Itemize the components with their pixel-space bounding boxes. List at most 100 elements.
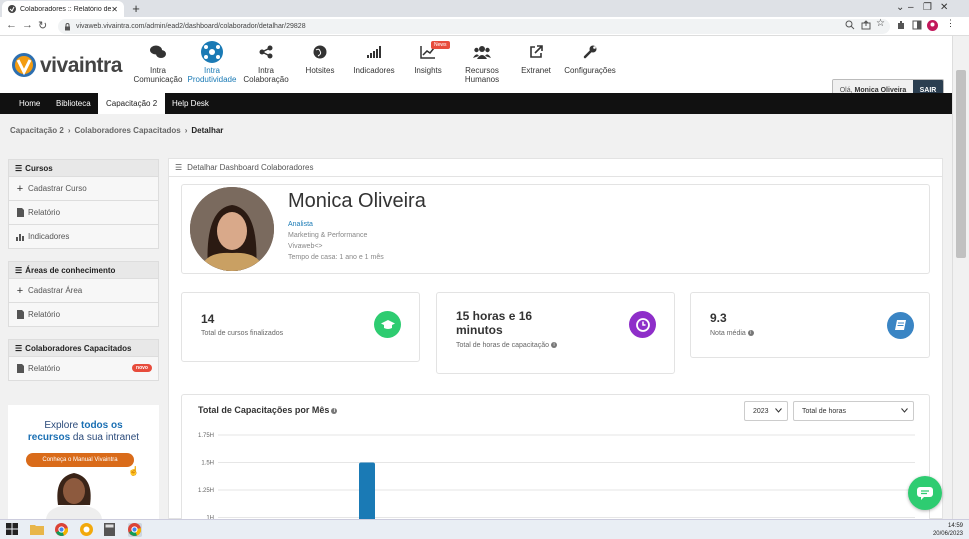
back-icon[interactable]: ← (6, 19, 17, 31)
chevron-down-icon (901, 408, 908, 413)
sidebar-areas-panel: ☰ Áreas de conhecimento + Cadastrar Área R… (8, 261, 159, 327)
reload-icon[interactable]: ↻ (38, 19, 47, 32)
bars-icon: ☰ (15, 163, 23, 173)
sidebar-item-relatorio-colab[interactable]: Relatório novo (9, 356, 158, 380)
menu-extranet[interactable]: Extranet (506, 42, 566, 75)
promo-person-image (44, 465, 104, 519)
wrench-icon (560, 42, 620, 62)
file-icon (15, 364, 25, 373)
calculator-icon[interactable] (104, 523, 118, 537)
menu-recursos-humanos[interactable]: Recursos Humanos (452, 42, 512, 84)
promo-banner[interactable]: Explore todos os recursos da sua intrane… (8, 405, 159, 519)
external-link-icon (506, 42, 566, 62)
bars-icon: ☰ (15, 343, 23, 353)
nav-help-desk[interactable]: Help Desk (164, 93, 217, 114)
share-page-icon[interactable] (861, 20, 871, 30)
profile-icon[interactable] (927, 20, 938, 31)
stat-card-horas: 15 horas e 16 minutos Total de horas de … (436, 292, 675, 374)
cursor-icon: ☝ (128, 466, 140, 476)
chart-y-tick-label: 1.75H (198, 433, 214, 439)
users-icon (452, 42, 512, 62)
sidebar-item-relatorio-cursos[interactable]: Relatório (9, 200, 158, 224)
sidebar-icon[interactable] (912, 20, 922, 30)
info-icon[interactable]: i (331, 407, 338, 414)
year-select[interactable]: 2023 (744, 401, 788, 421)
chart-bar[interactable] (359, 462, 375, 525)
browser-tab[interactable]: Colaboradores :: Relatório de Co ✕ (2, 1, 124, 17)
profile-role[interactable]: Analista (288, 221, 313, 228)
chrome-active-icon[interactable] (128, 523, 142, 537)
new-tab-button[interactable]: + (130, 1, 142, 16)
sidebar-colab-header: ☰ Colaboradores Capacitados (9, 340, 158, 356)
profile-tenure: Tempo de casa: 1 ano e 1 mês (288, 254, 384, 261)
chrome-icon[interactable] (55, 523, 69, 537)
menu-intra-comunicacao[interactable]: Intra Comunicação (128, 42, 188, 84)
menu-dots-icon[interactable]: ⋮ (946, 18, 955, 29)
sidebar-cursos-panel: ☰ Cursos + Cadastrar Curso Relatório Indic… (8, 159, 159, 249)
sidebar-item-cadastrar-area[interactable]: + Cadastrar Área (9, 278, 158, 302)
breadcrumb-capacitacao[interactable]: Capacitação 2 (10, 126, 64, 135)
share-icon (236, 42, 296, 62)
profile-name: Monica Oliveira (288, 190, 426, 212)
stat-card-cursos: 14 Total de cursos finalizados (181, 292, 420, 362)
breadcrumb: Capacitação 2 › Colaboradores Capacitado… (10, 126, 223, 135)
file-explorer-icon[interactable] (30, 523, 44, 537)
stat-label: Total de cursos finalizados (201, 330, 284, 337)
url-input[interactable]: vivaweb.vivaintra.com/admin/ead2/dashboa… (58, 19, 890, 34)
network-icon (182, 41, 242, 63)
chat-icon (128, 42, 188, 62)
forward-icon[interactable]: → (22, 19, 33, 31)
extensions-icon[interactable] (896, 20, 906, 30)
vivaintra-logo-icon[interactable] (12, 53, 36, 77)
sidebar-item-relatorio-areas[interactable]: Relatório (9, 302, 158, 326)
profile-department: Marketing & Performance (288, 232, 368, 239)
bookmark-star-icon[interactable]: ☆ (876, 18, 885, 29)
site-header: vivaintra Intra Comunicação Intra Produt… (0, 36, 952, 101)
info-icon[interactable]: i (747, 330, 754, 337)
browser-tab-bar: Colaboradores :: Relatório de Co ✕ + ⌄ –… (0, 0, 969, 17)
breadcrumb-colaboradores[interactable]: Colaboradores Capacitados (74, 126, 180, 135)
minimize-icon[interactable]: – (908, 2, 914, 13)
tab-close-icon[interactable]: ✕ (111, 5, 118, 14)
nav-capacitacao-2[interactable]: Capacitação 2 (98, 93, 166, 114)
main-content: ☰ Detalhar Dashboard Colaboradores Monic… (168, 158, 943, 524)
nav-biblioteca[interactable]: Biblioteca (48, 93, 99, 114)
list-icon: ☰ (175, 163, 183, 172)
zoom-icon[interactable] (845, 20, 855, 30)
stat-card-nota: 9.3 Nota média i (690, 292, 930, 358)
chevron-down-icon[interactable]: ⌄ (896, 2, 904, 13)
logo-text[interactable]: vivaintra (40, 54, 122, 78)
sidebar-item-cadastrar-curso[interactable]: + Cadastrar Curso (9, 176, 158, 200)
menu-intra-produtividade[interactable]: Intra Produtividade (182, 41, 242, 84)
page-scrollbar[interactable] (952, 36, 969, 519)
close-window-icon[interactable]: ✕ (940, 2, 948, 13)
breadcrumb-current: Detalhar (191, 126, 224, 135)
sidebar-item-indicadores[interactable]: Indicadores (9, 224, 158, 248)
system-clock[interactable]: 14:59 20/06/2023 (933, 522, 963, 538)
chevron-right-icon: › (184, 126, 188, 135)
windows-start-icon[interactable] (6, 523, 20, 537)
file-icon (15, 310, 25, 319)
menu-indicadores[interactable]: Indicadores (344, 42, 404, 75)
restore-icon[interactable]: ❐ (923, 2, 932, 13)
book-icon (887, 312, 914, 339)
nav-home[interactable]: Home (11, 93, 48, 114)
menu-hotsites[interactable]: Hotsites (290, 42, 350, 75)
bars-icon: ☰ (15, 265, 23, 275)
globe-icon (290, 42, 350, 62)
favicon-icon (8, 5, 16, 13)
chat-button[interactable] (908, 476, 942, 510)
profile-avatar (190, 187, 274, 271)
edge-icon[interactable] (80, 523, 94, 537)
stat-value: 9.3 (710, 311, 727, 325)
profile-card: Monica Oliveira Analista Marketing & Per… (181, 184, 930, 274)
graduation-cap-icon (374, 311, 401, 338)
menu-intra-colaboracao[interactable]: Intra Colaboração (236, 42, 296, 84)
metric-select[interactable]: Total de horas (793, 401, 914, 421)
chart-y-tick-label: 1.5H (201, 461, 214, 467)
chart-y-tick-label: 1.25H (198, 488, 214, 494)
scrollbar-thumb[interactable] (956, 70, 966, 258)
info-icon[interactable]: i (551, 342, 558, 349)
menu-configuracoes[interactable]: Configurações (560, 42, 620, 75)
lock-icon (64, 22, 71, 31)
